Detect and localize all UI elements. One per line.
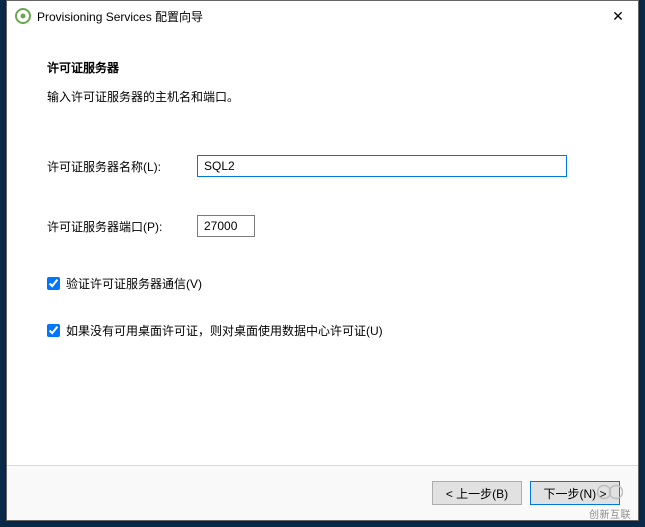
label-server-name: 许可证服务器名称(L): [47, 158, 197, 175]
checkbox-fallback-license[interactable] [47, 324, 60, 337]
window-title: Provisioning Services 配置向导 [37, 8, 598, 25]
page-subtext: 输入许可证服务器的主机名和端口。 [47, 88, 598, 105]
app-icon [15, 8, 31, 24]
row-fallback-license: 如果没有可用桌面许可证，则对桌面使用数据中心许可证(U) [47, 322, 598, 339]
close-icon: ✕ [612, 8, 624, 25]
close-button[interactable]: ✕ [598, 1, 638, 31]
wizard-body: 许可证服务器 输入许可证服务器的主机名和端口。 许可证服务器名称(L): 许可证… [7, 31, 638, 465]
label-validate-comm[interactable]: 验证许可证服务器通信(V) [66, 275, 202, 292]
label-fallback-license[interactable]: 如果没有可用桌面许可证，则对桌面使用数据中心许可证(U) [66, 322, 383, 339]
checkbox-validate-comm[interactable] [47, 277, 60, 290]
page-heading: 许可证服务器 [47, 59, 598, 76]
wizard-footer: < 上一步(B) 下一步(N) > [7, 465, 638, 520]
row-validate-comm: 验证许可证服务器通信(V) [47, 275, 598, 292]
label-server-port: 许可证服务器端口(P): [47, 218, 197, 235]
row-server-port: 许可证服务器端口(P): [47, 215, 598, 237]
titlebar: Provisioning Services 配置向导 ✕ [7, 1, 638, 31]
back-button[interactable]: < 上一步(B) [432, 481, 522, 505]
input-server-name[interactable] [197, 155, 567, 177]
input-server-port[interactable] [197, 215, 255, 237]
row-server-name: 许可证服务器名称(L): [47, 155, 598, 177]
wizard-window: Provisioning Services 配置向导 ✕ 许可证服务器 输入许可… [6, 0, 639, 521]
next-button[interactable]: 下一步(N) > [530, 481, 620, 505]
